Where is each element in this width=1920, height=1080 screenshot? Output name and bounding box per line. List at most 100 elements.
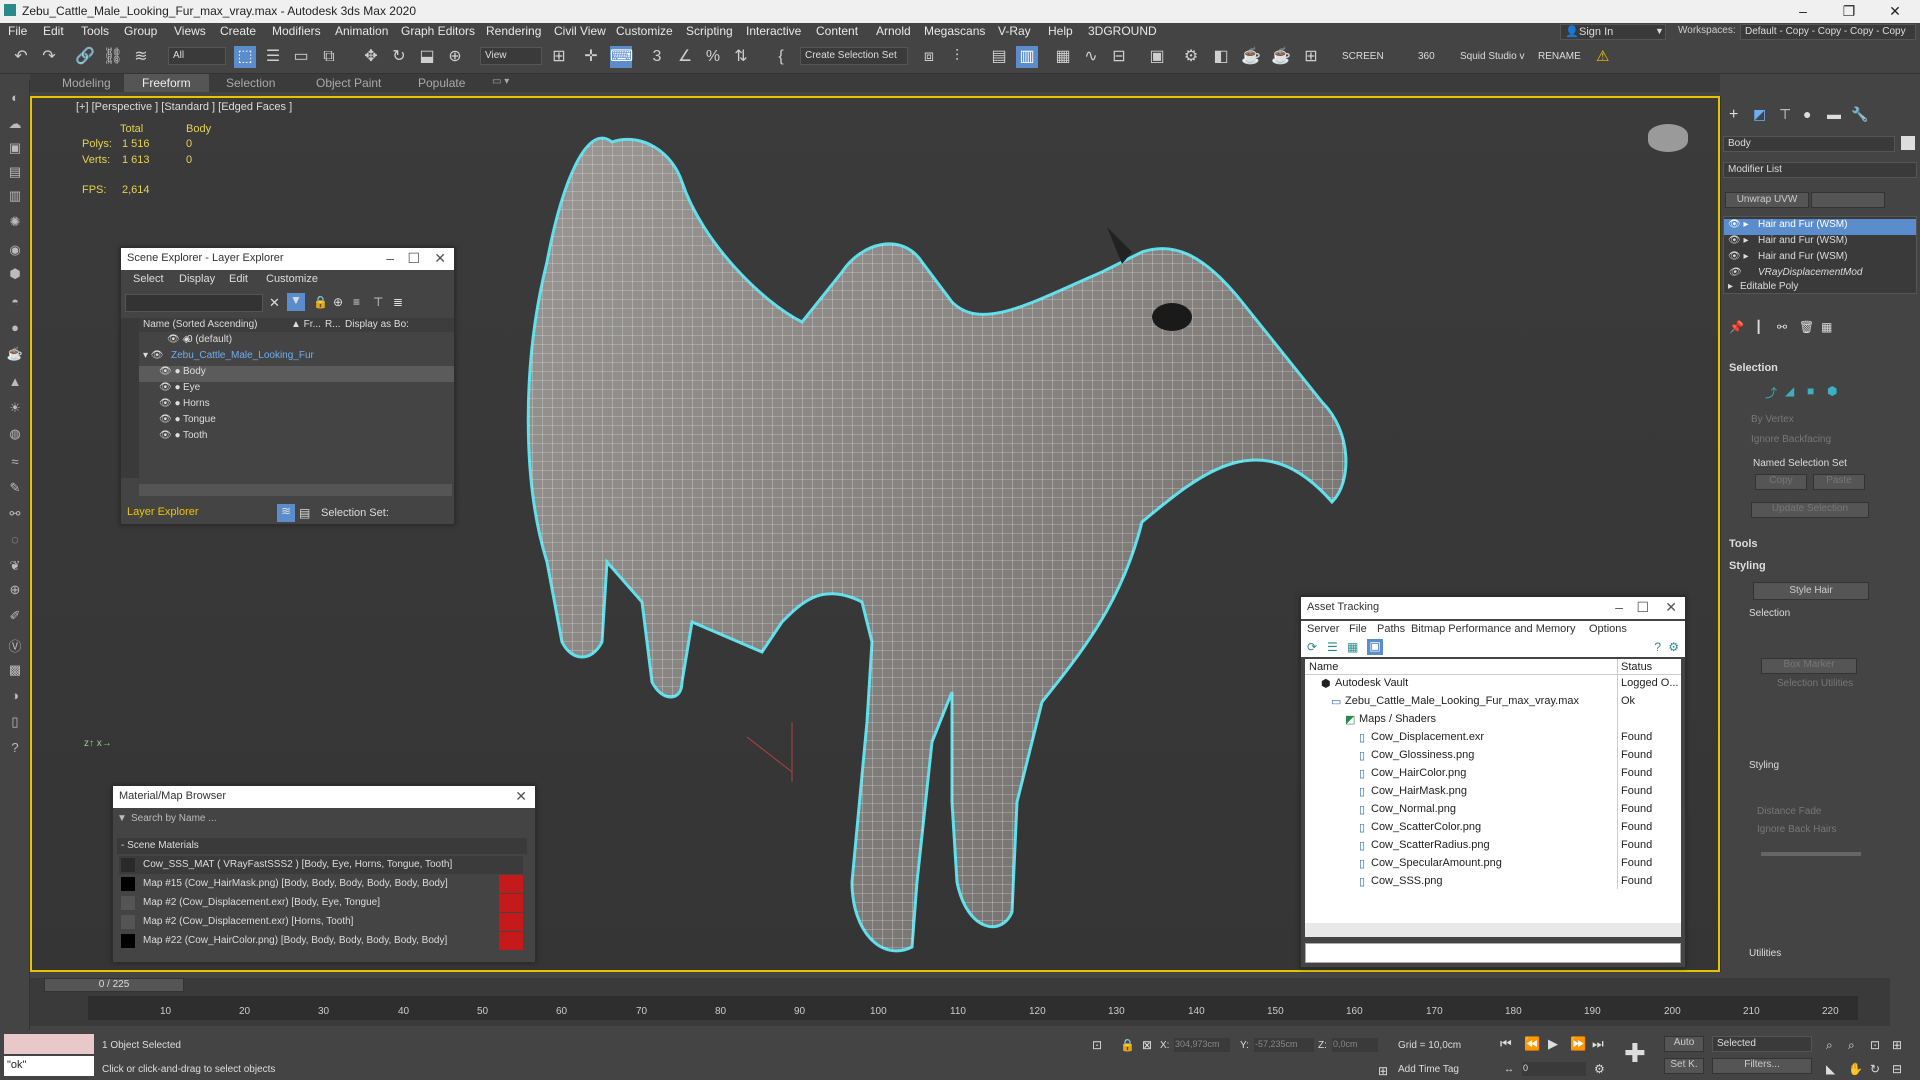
bars-icon[interactable]: ▥	[6, 188, 24, 206]
tab-selection[interactable]: Selection	[226, 76, 275, 90]
col-display[interactable]: Display as Bo:	[345, 319, 409, 330]
set-key-icon[interactable]: ✚	[1624, 1038, 1646, 1069]
minimize-icon[interactable]: –	[1780, 0, 1826, 23]
unlink-icon[interactable]: ⛓	[102, 46, 124, 68]
hierarchy-tab-icon[interactable]: ⊤	[1779, 106, 1791, 123]
se-menu-display[interactable]: Display	[179, 273, 215, 285]
pan-icon[interactable]: ✋	[1848, 1062, 1863, 1076]
z-coordinate-field[interactable]: 0,0cm	[1332, 1038, 1378, 1052]
menu-animation[interactable]: Animation	[335, 24, 388, 38]
menu-interactive[interactable]: Interactive	[746, 24, 801, 38]
maxscript-listener[interactable]	[4, 1034, 94, 1054]
scale-icon[interactable]: ⬓	[416, 46, 438, 68]
asset-row[interactable]: ◩ Maps / Shaders	[1305, 713, 1681, 729]
spinner-snap-icon[interactable]: ⇅	[730, 46, 752, 68]
layer-manager-icon[interactable]: ▤	[988, 46, 1010, 68]
tree-row[interactable]: ▾ 👁 Zebu_Cattle_Male_Looking_Fur	[139, 350, 454, 366]
object-name-field[interactable]: Body	[1723, 136, 1895, 152]
menu-file[interactable]: File	[8, 24, 27, 38]
help-icon[interactable]: ?	[1654, 640, 1661, 654]
warning-icon[interactable]: ⚠	[1596, 47, 1609, 65]
geosphere-icon[interactable]: ◍	[6, 426, 24, 444]
tab-modeling[interactable]: Modeling	[62, 76, 111, 90]
filters-button[interactable]: Filters...	[1712, 1058, 1812, 1074]
menu-arnold[interactable]: Arnold	[876, 24, 911, 38]
current-frame-field[interactable]: 0	[1522, 1062, 1586, 1076]
material-row[interactable]: Map #15 (Cow_HairMask.png) [Body, Body, …	[119, 875, 523, 893]
squid-studio-button[interactable]: Squid Studio v	[1460, 51, 1525, 62]
clear-search-icon[interactable]: ✕	[269, 295, 280, 311]
at-menu-paths[interactable]: Paths	[1377, 623, 1405, 635]
go-start-icon[interactable]: ⏮	[1500, 1036, 1512, 1052]
col-name[interactable]: Name	[1309, 661, 1338, 673]
x-coordinate-field[interactable]: 304,973cm	[1174, 1038, 1230, 1052]
asset-row[interactable]: ▯ Cow_Displacement.exr Found	[1305, 731, 1681, 747]
box-marker-dropdown[interactable]: Box Marker	[1761, 658, 1857, 674]
material-search-input[interactable]: ▼ Search by Name ...	[117, 812, 531, 828]
asset-row[interactable]: ▯ Cow_ScatterRadius.png Found	[1305, 839, 1681, 855]
material-row[interactable]: Map #22 (Cow_HairColor.png) [Body, Body,…	[119, 932, 523, 950]
vault-icon[interactable]: ⚙	[1668, 640, 1679, 654]
key-mode-icon[interactable]: ↔	[1504, 1064, 1514, 1075]
rotate-icon[interactable]: ↻	[388, 46, 410, 68]
leaf-icon[interactable]: ❦	[6, 558, 24, 576]
zoom-icon[interactable]: ⌕	[1826, 1038, 1833, 1053]
redo-icon[interactable]: ↷	[38, 46, 60, 68]
se-menu-select[interactable]: Select	[133, 273, 164, 285]
reference-coord-dropdown[interactable]: View	[480, 47, 542, 65]
tab-object-paint[interactable]: Object Paint	[316, 76, 381, 90]
y-coordinate-field[interactable]: -57,235cm	[1254, 1038, 1314, 1052]
zoom-extents-icon[interactable]: ⊡	[1870, 1038, 1880, 1052]
col-frozen[interactable]: ▲ Fr...	[291, 319, 321, 330]
add-layer-icon[interactable]: ⊕	[333, 295, 343, 309]
menu-tools[interactable]: Tools	[81, 24, 109, 38]
material-row[interactable]: Map #2 (Cow_Displacement.exr) [Body, Eye…	[119, 894, 523, 912]
link-icon[interactable]: 🔗	[74, 46, 96, 68]
se-menu-edit[interactable]: Edit	[229, 273, 248, 285]
move-icon[interactable]: ✥	[360, 46, 382, 68]
asset-scrollbar[interactable]	[1305, 923, 1681, 937]
unwrap-uvw-button[interactable]: Unwrap UVW	[1725, 192, 1809, 208]
curve-editor-icon[interactable]: ∿	[1080, 46, 1102, 68]
menu-civil-view[interactable]: Civil View	[554, 24, 606, 38]
world-icon[interactable]: ⊕	[6, 582, 24, 600]
refresh-icon[interactable]: ⟳	[1307, 640, 1317, 654]
menu-group[interactable]: Group	[124, 24, 157, 38]
screen-label[interactable]: SCREEN	[1342, 51, 1384, 62]
sort-icon[interactable]: ▤	[299, 506, 310, 520]
window-crossing-icon[interactable]: ⧉	[318, 46, 340, 68]
bind-spacewarp-icon[interactable]: ≋	[130, 46, 152, 68]
tools-rollout[interactable]: Tools	[1729, 538, 1758, 550]
render-elem-icon[interactable]: ▩	[6, 662, 24, 680]
snap-icon[interactable]: 3	[646, 46, 668, 68]
network-icon[interactable]: ⚯	[6, 506, 24, 524]
asset-row[interactable]: ▯ Cow_SpecularAmount.png Found	[1305, 857, 1681, 873]
maximize-icon[interactable]: ☐	[407, 250, 420, 267]
brush-icon[interactable]: ✐	[6, 608, 24, 626]
align-icon[interactable]: ⫶	[946, 46, 968, 68]
asset-row[interactable]: ▯ Cow_HairColor.png Found	[1305, 767, 1681, 783]
zoom-all-icon[interactable]: ⌕	[1848, 1038, 1855, 1053]
asset-row[interactable]: ▯ Cow_ScatterColor.png Found	[1305, 821, 1681, 837]
close-icon[interactable]: ✕	[434, 250, 446, 267]
ignore-backfacing-checkbox[interactable]: Ignore Backfacing	[1751, 434, 1831, 445]
at-menu-bitmap[interactable]: Bitmap Performance and Memory	[1411, 623, 1575, 635]
viewcube-icon[interactable]	[1648, 124, 1688, 152]
hierarchy-icon[interactable]: ⊤	[373, 295, 383, 309]
polygon-icon[interactable]: ■	[1807, 384, 1814, 398]
list-icon[interactable]: ☰	[1327, 640, 1338, 654]
menu-views[interactable]: Views	[174, 24, 206, 38]
menu-content[interactable]: Content	[816, 24, 858, 38]
rect-selection-icon[interactable]: ▭	[290, 46, 312, 68]
tree-row[interactable]: 👁 ● Eye	[139, 382, 454, 398]
time-slider[interactable]: 0 / 225	[44, 978, 184, 992]
element-icon[interactable]: ⬢	[1827, 384, 1837, 398]
layers-stack-icon[interactable]: ≡	[353, 295, 360, 309]
maximize-viewport-icon[interactable]: ⊟	[1892, 1062, 1902, 1076]
material-row[interactable]: Cow_SSS_MAT ( VRayFastSSS2 ) [Body, Eye,…	[119, 856, 523, 874]
stack-item[interactable]: 👁 ▸ Hair and Fur (WSM)	[1724, 219, 1916, 235]
tree-row-body[interactable]: 👁 ● Body	[139, 366, 454, 382]
ignore-back-hairs-checkbox[interactable]: Ignore Back Hairs	[1757, 824, 1836, 835]
grid-render-icon[interactable]: ⊞	[1300, 46, 1322, 68]
tab-populate[interactable]: Populate	[418, 76, 465, 90]
